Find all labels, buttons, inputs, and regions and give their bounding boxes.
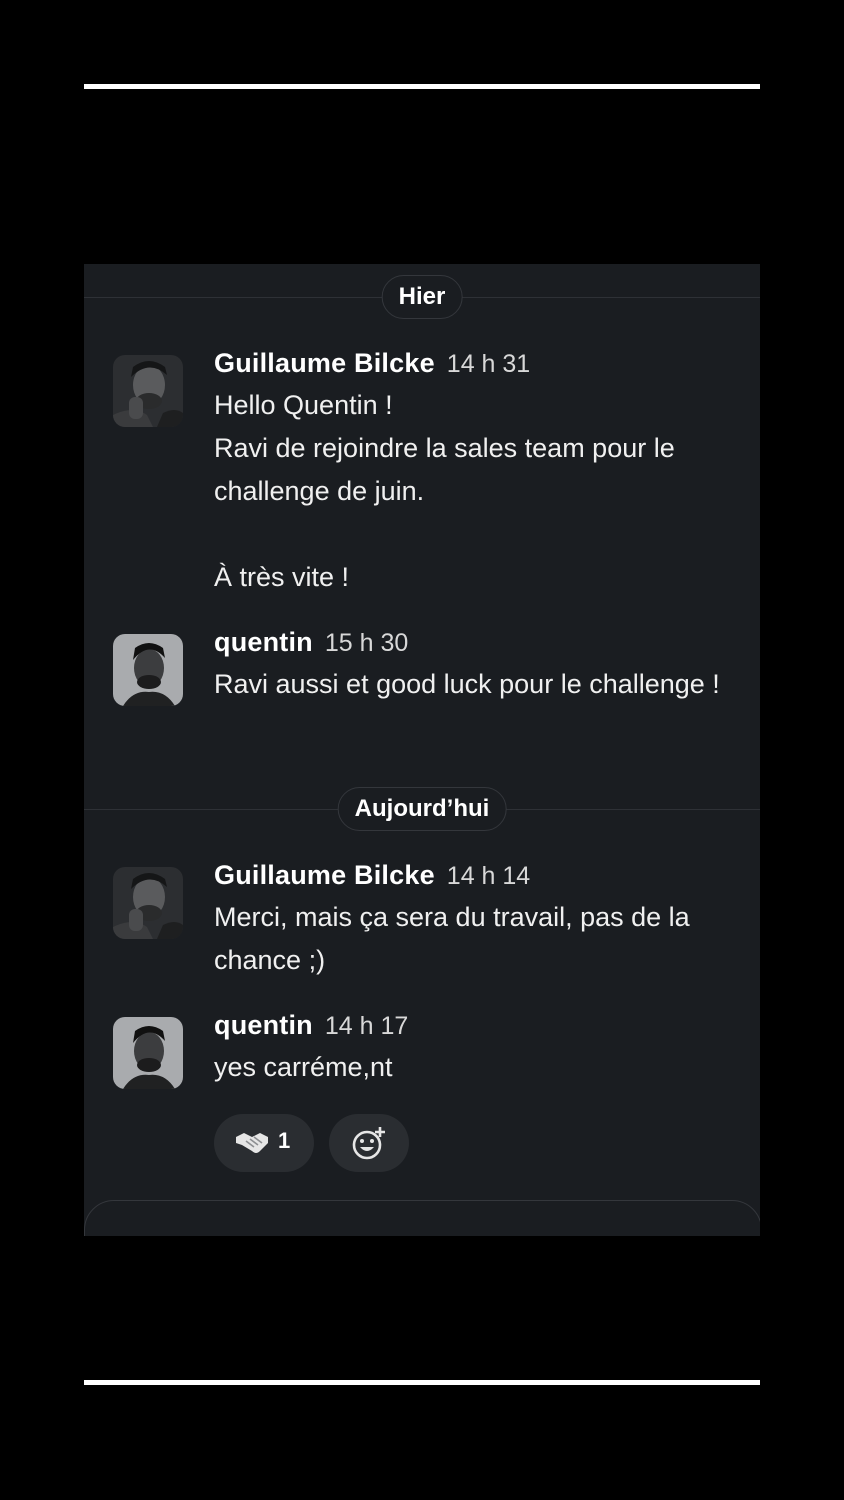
message-header: quentin 15 h 30 — [214, 622, 720, 663]
message-composer[interactable] — [84, 1200, 760, 1236]
avatar-quentin-photo — [113, 1017, 183, 1089]
avatar-guillaume[interactable] — [113, 355, 183, 427]
add-reaction-icon — [352, 1127, 385, 1160]
message-body: Guillaume Bilcke 14 h 31 Hello Quentin ! … — [214, 343, 720, 599]
avatar-guillaume-photo — [113, 355, 183, 427]
top-rule — [84, 84, 760, 89]
message-header: Guillaume Bilcke 14 h 31 — [214, 343, 720, 384]
avatar-guillaume[interactable] — [113, 867, 183, 939]
author-name[interactable]: Guillaume Bilcke — [214, 860, 435, 890]
day-divider-aujourdhui: Aujourd’hui — [84, 787, 760, 831]
message-body: Guillaume Bilcke 14 h 14 Merci, mais ça s… — [214, 855, 720, 982]
message-text: yes carréme,nt — [214, 1052, 393, 1082]
avatar-quentin[interactable] — [113, 634, 183, 706]
message-body: quentin 15 h 30 Ravi aussi et good luck p… — [214, 622, 720, 706]
avatar-guillaume-photo — [113, 867, 183, 939]
message-header: Guillaume Bilcke 14 h 14 — [214, 855, 720, 896]
message-pane: Hier Guillaume Bilcke 14 h 31 Hello Quent… — [84, 264, 760, 1236]
message-text: Merci, mais ça sera du travail, pas de l… — [214, 902, 690, 975]
day-divider-hier: Hier — [84, 275, 760, 319]
reaction-count: 1 — [278, 1128, 291, 1153]
author-name[interactable]: quentin — [214, 627, 313, 657]
handshake-icon — [236, 1133, 268, 1153]
timestamp[interactable]: 15 h 30 — [325, 629, 408, 657]
author-name[interactable]: quentin — [214, 1010, 313, 1040]
day-pill[interactable]: Aujourd’hui — [337, 787, 507, 831]
message-text: Ravi aussi et good luck pour le challeng… — [214, 669, 720, 699]
author-name[interactable]: Guillaume Bilcke — [214, 348, 435, 378]
timestamp[interactable]: 14 h 17 — [325, 1012, 408, 1040]
avatar-quentin-photo — [113, 634, 183, 706]
reaction-handshake[interactable]: 1 — [214, 1114, 314, 1172]
avatar-quentin[interactable] — [113, 1017, 183, 1089]
add-reaction-button[interactable] — [329, 1114, 409, 1172]
message-body: quentin 14 h 17 yes carréme,nt — [214, 1005, 720, 1089]
timestamp[interactable]: 14 h 14 — [447, 862, 530, 890]
message-header: quentin 14 h 17 — [214, 1005, 720, 1046]
day-pill[interactable]: Hier — [381, 275, 463, 319]
bottom-rule — [84, 1380, 760, 1385]
message-text: Hello Quentin ! Ravi de rejoindre la sal… — [214, 390, 675, 592]
timestamp[interactable]: 14 h 31 — [447, 350, 530, 378]
